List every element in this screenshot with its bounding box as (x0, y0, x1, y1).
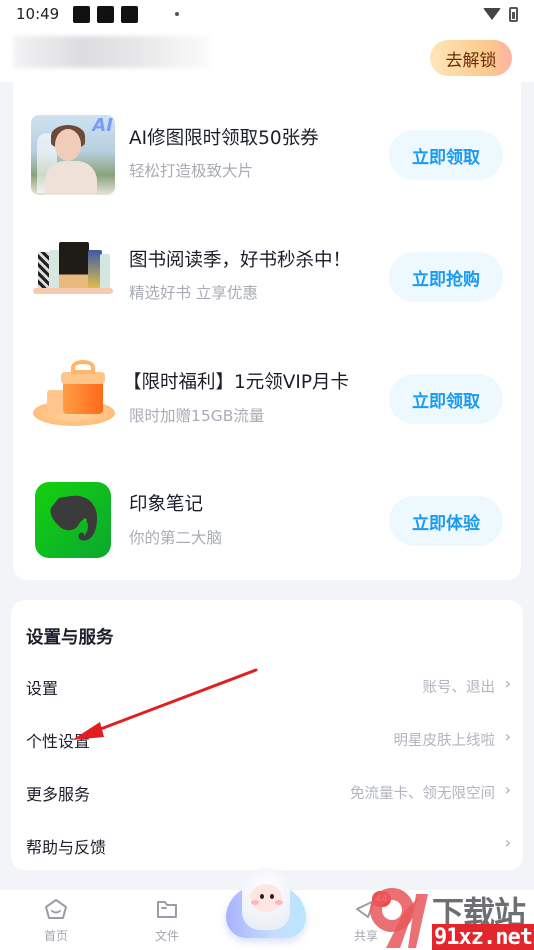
chevron-right-icon: › (504, 674, 511, 693)
chevron-right-icon: › (504, 727, 511, 746)
claim-button[interactable]: 立即领取 (389, 130, 503, 180)
settings-row-help-feedback[interactable]: 帮助与反馈 › (11, 819, 523, 869)
settings-row-personalization[interactable]: 个性设置 明星皮肤上线啦 › (11, 713, 523, 763)
chevron-right-icon: › (504, 780, 511, 799)
promo-card: AI AI修图限时领取50张券 轻松打造极致大片 立即领取 图书阅读季，好书秒杀… (13, 60, 521, 580)
nav-home[interactable]: 首页 (16, 890, 96, 950)
clock: 10:49 (16, 5, 60, 23)
row-label: 个性设置 (26, 732, 91, 751)
ai-photo-thumbnail: AI (31, 115, 115, 195)
unlock-button[interactable]: 去解锁 (430, 40, 512, 76)
promo-title: 图书阅读季，好书秒杀中！ (129, 250, 352, 271)
promo-title: 印象笔记 (129, 494, 204, 515)
row-hint: 明星皮肤上线啦 (393, 733, 496, 749)
blurred-username (14, 36, 210, 68)
nav-files[interactable]: 文件 (127, 890, 207, 950)
promo-title: 【限时福利】1元领VIP月卡 (123, 372, 350, 393)
promo-item[interactable]: AI AI修图限时领取50张券 轻松打造极致大片 立即领取 (13, 96, 521, 196)
watermark-logo: 下载站 91xz.net (370, 888, 534, 950)
promo-item[interactable]: 图书阅读季，好书秒杀中！ 精选好书 立享优惠 立即抢购 (13, 218, 521, 318)
settings-services-card: 设置与服务 设置 账号、退出 › 个性设置 明星皮肤上线啦 › 更多服务 免流量… (11, 600, 523, 870)
promo-subtitle: 轻松打造极致大片 (129, 162, 254, 180)
evernote-elephant-icon (35, 482, 111, 558)
promo-item[interactable]: 印象笔记 你的第二大脑 立即体验 (13, 460, 521, 560)
chevron-right-icon: › (504, 833, 511, 852)
ai-badge: AI (92, 115, 113, 136)
notification-icon (73, 5, 91, 23)
mascot-button[interactable] (222, 866, 306, 946)
promo-subtitle: 精选好书 立享优惠 (129, 284, 258, 302)
claim-button[interactable]: 立即领取 (389, 374, 503, 424)
watermark-91-icon (370, 888, 428, 948)
row-hint: 账号、退出 (422, 680, 496, 696)
notification-icon (121, 5, 139, 23)
try-now-button[interactable]: 立即体验 (389, 496, 503, 546)
books-thumbnail (31, 230, 115, 310)
row-label: 帮助与反馈 (26, 838, 107, 857)
promo-item[interactable]: 【限时福利】1元领VIP月卡 限时加赠15GB流量 立即领取 (13, 340, 521, 440)
watermark-bottom-text: 91xz.net (432, 924, 534, 950)
more-notifications-dot (175, 12, 180, 16)
row-label: 设置 (26, 679, 59, 698)
notification-icon (97, 5, 115, 23)
profile-header: 去解锁 (0, 28, 534, 82)
nav-label: 文件 (154, 929, 179, 943)
settings-row-settings[interactable]: 设置 账号、退出 › (11, 660, 523, 710)
gift-box-thumbnail (31, 354, 115, 434)
battery-charging-icon (509, 6, 518, 22)
row-label: 更多服务 (26, 785, 91, 804)
settings-row-more-services[interactable]: 更多服务 免流量卡、领无限空间 › (11, 766, 523, 816)
status-bar: 10:49 (0, 0, 534, 28)
promo-title: AI修图限时领取50张券 (129, 128, 319, 149)
promo-subtitle: 你的第二大脑 (129, 529, 223, 547)
wifi-icon (483, 8, 501, 20)
buy-now-button[interactable]: 立即抢购 (389, 252, 503, 302)
row-hint: 免流量卡、领无限空间 (350, 786, 495, 802)
home-icon (45, 899, 67, 919)
section-title: 设置与服务 (26, 628, 114, 648)
nav-label: 首页 (43, 929, 68, 943)
promo-subtitle: 限时加赠15GB流量 (129, 407, 265, 425)
folder-icon (157, 901, 177, 918)
